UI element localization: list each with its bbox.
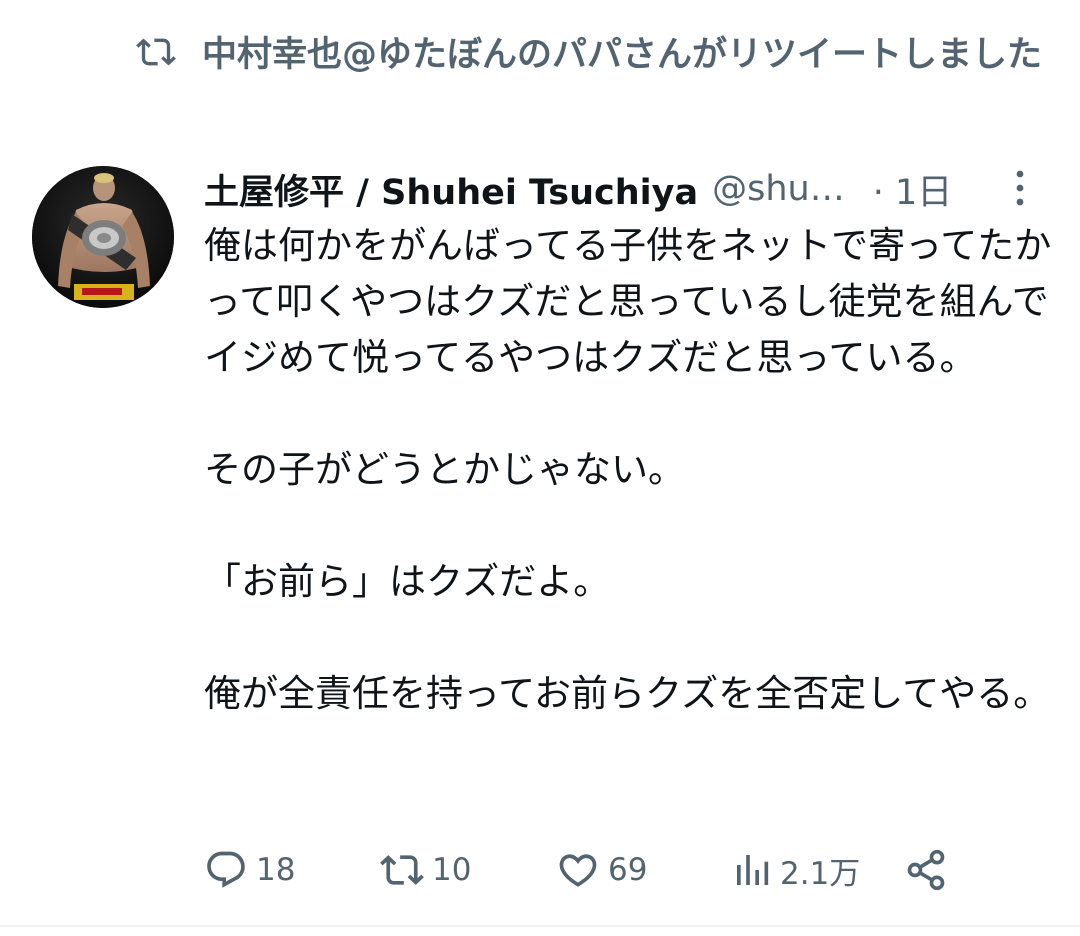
tweet-text: 俺は何かをがんばってる子供をネットで寄ってたかって叩くやつはクズだと思っているし… xyxy=(204,218,1054,778)
tweet-header: 土屋修平 / Shuhei Tsuchiya @shu… · 1日 xyxy=(204,162,1044,216)
tweet-paragraph: その子がどうとかじゃない。 xyxy=(204,448,685,491)
share-button[interactable] xyxy=(904,845,948,895)
social-context[interactable]: 中村幸也@ゆたぼんのパパさんがリツイートしました xyxy=(136,30,1056,80)
retweet-icon xyxy=(380,855,424,885)
retweeted-by-text[interactable]: 中村幸也@ゆたぼんのパパさんがリツイートしました xyxy=(202,30,1052,80)
avatar[interactable] xyxy=(32,166,174,308)
tweet-divider xyxy=(0,925,1080,927)
reply-count: 18 xyxy=(256,852,296,888)
views-icon xyxy=(737,855,769,885)
author-display-name[interactable]: 土屋修平 / Shuhei Tsuchiya xyxy=(204,164,698,215)
views-button[interactable]: 2.1万 xyxy=(732,845,860,895)
share-icon xyxy=(907,849,945,891)
tweet-paragraph: 「お前ら」はクズだよ。 xyxy=(204,560,611,603)
retweet-icon xyxy=(136,38,176,66)
like-button[interactable]: 69 xyxy=(556,845,647,895)
avatar-image xyxy=(32,166,174,308)
views-count: 2.1万 xyxy=(780,855,861,892)
author-handle[interactable]: @shu… xyxy=(712,169,845,209)
reply-button[interactable]: 18 xyxy=(204,845,295,895)
tweet-timestamp[interactable]: · 1日 xyxy=(873,164,953,215)
more-options-icon[interactable] xyxy=(1008,166,1032,210)
tweet-paragraph: 俺が全責任を持ってお前らクズを全否定してやる。 xyxy=(204,672,1051,715)
tweet-paragraph: 俺は何かをがんばってる子供をネットで寄ってたかって叩くやつはクズだと思っているし… xyxy=(204,224,1052,379)
retweet-button[interactable]: 10 xyxy=(380,845,471,895)
like-count: 69 xyxy=(608,852,648,888)
retweet-count: 10 xyxy=(432,852,472,888)
reply-icon xyxy=(207,851,245,888)
tweet-action-bar: 18 10 69 2.1万 xyxy=(204,845,964,895)
heart-icon xyxy=(559,854,597,887)
